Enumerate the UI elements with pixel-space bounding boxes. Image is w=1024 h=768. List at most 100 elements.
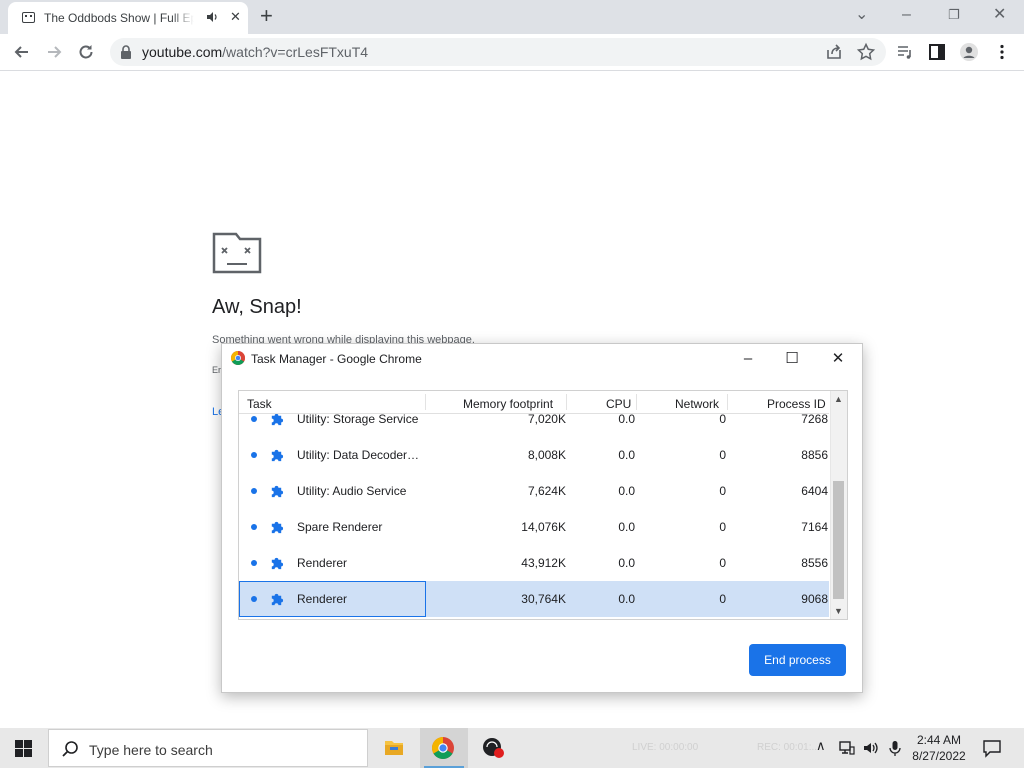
network-value: 0 [719, 484, 726, 498]
bullet-icon [251, 560, 257, 566]
tab-title: The Oddbods Show | Full Ep [44, 11, 194, 25]
puzzle-icon [271, 413, 284, 426]
memory-value: 30,764K [521, 592, 566, 606]
bullet-icon [251, 416, 257, 422]
recorder-icon [483, 738, 504, 758]
reload-icon[interactable] [76, 42, 96, 62]
notification-icon[interactable] [982, 738, 1002, 758]
restore-icon[interactable]: ❐ [948, 6, 960, 24]
memory-value: 14,076K [521, 520, 566, 534]
chrome-app[interactable] [420, 728, 468, 768]
star-icon[interactable] [856, 42, 876, 62]
arrow-right-icon[interactable] [44, 42, 64, 62]
minimize-icon[interactable]: – [734, 348, 762, 370]
media-queue-icon[interactable] [895, 42, 915, 62]
volume-icon[interactable] [862, 739, 880, 757]
taskbar-search-box[interactable]: Type here to search [48, 729, 368, 767]
lock-icon[interactable] [120, 45, 132, 59]
clock-time: 2:44 AM [916, 733, 962, 747]
microphone-icon[interactable] [886, 739, 904, 757]
tab-search-icon[interactable]: ⌄ [855, 6, 868, 24]
scroll-down-icon[interactable]: ▼ [834, 606, 843, 616]
bullet-icon [251, 452, 257, 458]
profile-icon[interactable] [959, 42, 979, 62]
browser-tab[interactable]: The Oddbods Show | Full Ep ✕ [8, 2, 248, 34]
task-name: Spare Renderer [297, 520, 383, 534]
network-value: 0 [719, 448, 726, 462]
end-process-button[interactable]: End process [749, 644, 846, 676]
close-window-icon[interactable]: ✕ [993, 6, 1006, 24]
process-id-value: 7164 [801, 520, 828, 534]
puzzle-icon [271, 593, 284, 606]
memory-value: 7,624K [527, 484, 566, 498]
speaker-icon[interactable] [205, 10, 219, 24]
error-title: Aw, Snap! [212, 296, 302, 318]
table-row[interactable]: Renderer 43,912K 0.0 0 8556 [239, 545, 829, 581]
kebab-menu-icon[interactable] [992, 42, 1012, 62]
network-icon[interactable] [838, 739, 856, 757]
system-clock[interactable]: 2:44 AM 8/27/2022 [906, 732, 972, 764]
folder-icon [385, 741, 403, 755]
table-row[interactable]: Utility: Data Decoder Service 8,008K 0.0 0 8… [239, 437, 829, 473]
chrome-icon [432, 737, 454, 759]
cpu-value: 0.0 [618, 520, 635, 534]
new-tab-button[interactable]: + [260, 4, 273, 28]
minimize-icon[interactable]: – [902, 6, 911, 24]
scroll-up-icon[interactable]: ▲ [834, 394, 843, 404]
column-memory[interactable]: Memory footprint [463, 397, 553, 411]
process-table: Task Memory footprint CPU Network Proces… [238, 390, 848, 620]
task-name: Utility: Storage Service [297, 412, 419, 426]
rec-indicator: REC: 00:01:... [757, 742, 820, 753]
recorder-app[interactable] [470, 728, 518, 768]
error-code: Er [212, 365, 221, 375]
column-task[interactable]: Task [247, 397, 272, 411]
scroll-thumb[interactable] [833, 481, 844, 599]
task-manager-window: Task Manager - Google Chrome – ☐ ✕ Task … [221, 343, 863, 693]
arrow-left-icon[interactable] [12, 42, 32, 62]
cpu-value: 0.0 [618, 412, 635, 426]
memory-value: 43,912K [521, 556, 566, 570]
process-id-value: 7268 [801, 412, 828, 426]
network-value: 0 [719, 556, 726, 570]
close-tab-icon[interactable]: ✕ [230, 10, 241, 24]
cpu-value: 0.0 [618, 592, 635, 606]
side-panel-icon[interactable] [927, 42, 947, 62]
memory-value: 7,020K [527, 412, 566, 426]
table-header: Task Memory footprint CPU Network Proces… [239, 391, 829, 414]
network-value: 0 [719, 520, 726, 534]
bullet-icon [251, 524, 257, 530]
cpu-value: 0.0 [618, 484, 635, 498]
windows-start-icon[interactable] [15, 740, 32, 757]
file-explorer-app[interactable] [370, 728, 418, 768]
task-name: Utility: Data Decoder Service [297, 448, 422, 462]
vertical-scrollbar[interactable]: ▲ ▼ [830, 391, 847, 619]
puzzle-icon [271, 521, 284, 534]
network-value: 0 [719, 592, 726, 606]
close-icon[interactable]: ✕ [824, 348, 852, 370]
chevron-up-icon[interactable]: ∧ [816, 738, 834, 756]
task-name: Utility: Audio Service [297, 484, 407, 498]
table-row[interactable]: Renderer 30,764K 0.0 0 9068 [239, 581, 829, 617]
puzzle-icon [271, 557, 284, 570]
task-name: Renderer [297, 592, 348, 606]
maximize-icon[interactable]: ☐ [778, 348, 806, 370]
column-cpu[interactable]: CPU [606, 397, 631, 411]
table-row[interactable]: Utility: Audio Service 7,624K 0.0 0 6404 [239, 473, 829, 509]
column-process-id[interactable]: Process ID [767, 397, 826, 411]
bullet-icon [251, 488, 257, 494]
process-id-value: 8556 [801, 556, 828, 570]
cpu-value: 0.0 [618, 556, 635, 570]
windows-taskbar: Type here to search LIVE: 00:00:00 REC: … [0, 728, 1024, 768]
live-indicator: LIVE: 00:00:00 [632, 742, 699, 753]
cpu-value: 0.0 [618, 448, 635, 462]
chrome-logo-icon [231, 351, 245, 365]
column-network[interactable]: Network [675, 397, 719, 411]
task-name: Renderer [297, 556, 348, 570]
memory-value: 8,008K [527, 448, 566, 462]
table-row[interactable]: Spare Renderer 14,076K 0.0 0 7164 [239, 509, 829, 545]
share-icon[interactable] [824, 42, 844, 62]
network-value: 0 [719, 412, 726, 426]
task-manager-title: Task Manager - Google Chrome [251, 352, 422, 366]
address-bar[interactable]: youtube.com/watch?v=crLesFTxuT4 [110, 38, 886, 66]
process-id-value: 8856 [801, 448, 828, 462]
